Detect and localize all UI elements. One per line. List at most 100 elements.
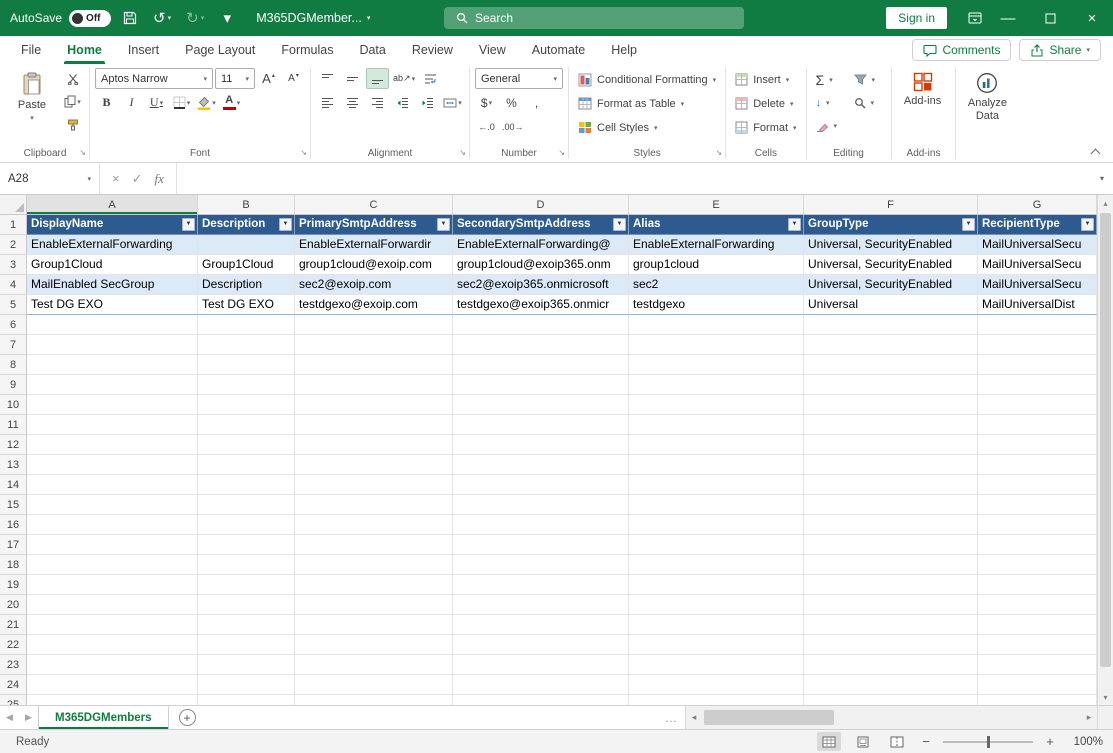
cell-G15[interactable] (978, 495, 1097, 515)
cell-F3[interactable]: Universal, SecurityEnabled (804, 255, 978, 275)
cell-F5[interactable]: Universal (804, 295, 978, 315)
tab-review[interactable]: Review (399, 36, 466, 64)
cell-D7[interactable] (453, 335, 629, 355)
comments-button[interactable]: Comments (912, 39, 1011, 61)
cell-E5[interactable]: testdgexo (629, 295, 804, 315)
row-header-19[interactable]: 19 (0, 575, 27, 595)
cell-A18[interactable] (27, 555, 198, 575)
cell-G18[interactable] (978, 555, 1097, 575)
cell-E20[interactable] (629, 595, 804, 615)
cell-A15[interactable] (27, 495, 198, 515)
tab-automate[interactable]: Automate (519, 36, 599, 64)
cell-E23[interactable] (629, 655, 804, 675)
analyze-data-button[interactable]: AnalyzeData (961, 68, 1013, 122)
customize-toolbar-button[interactable]: ▾ (215, 5, 239, 31)
percent-style-button[interactable]: % (500, 92, 523, 113)
row-header-11[interactable]: 11 (0, 415, 27, 435)
sort-filter-button[interactable]: ▾ (850, 68, 886, 91)
expand-formula-bar-button[interactable]: ▾ (1091, 163, 1113, 194)
cell-G23[interactable] (978, 655, 1097, 675)
minimize-button[interactable]: — (987, 0, 1029, 36)
column-header-D[interactable]: D (453, 195, 629, 215)
page-break-view-button[interactable] (885, 732, 909, 751)
row-header-6[interactable]: 6 (0, 315, 27, 335)
cell-A21[interactable] (27, 615, 198, 635)
cell-G19[interactable] (978, 575, 1097, 595)
cell-B22[interactable] (198, 635, 295, 655)
cell-F11[interactable] (804, 415, 978, 435)
cell-E2[interactable]: EnableExternalForwarding (629, 235, 804, 255)
cell-E21[interactable] (629, 615, 804, 635)
paste-button[interactable]: Paste ▾ (6, 68, 58, 122)
cell-D3[interactable]: group1cloud@exoip365.onm (453, 255, 629, 275)
cell-A17[interactable] (27, 535, 198, 555)
horizontal-scrollbar[interactable]: ◂ ▸ (685, 706, 1097, 729)
horizontal-scroll-thumb[interactable] (704, 710, 834, 725)
cell-A4[interactable]: MailEnabled SecGroup (27, 275, 198, 295)
cell-D8[interactable] (453, 355, 629, 375)
orientation-button[interactable]: ab↗▾ (391, 68, 417, 89)
cell-A25[interactable] (27, 695, 198, 705)
cell-D24[interactable] (453, 675, 629, 695)
copy-button[interactable]: ▾ (61, 91, 84, 112)
cell-C3[interactable]: group1cloud@exoip.com (295, 255, 453, 275)
cell-styles-button[interactable]: Cell Styles▾ (574, 116, 720, 139)
decrease-decimal-button[interactable]: .00→ (500, 116, 526, 137)
cell-C22[interactable] (295, 635, 453, 655)
column-header-G[interactable]: G (978, 195, 1097, 215)
cell-B21[interactable] (198, 615, 295, 635)
row-header-18[interactable]: 18 (0, 555, 27, 575)
redo-button[interactable]: ↻▾ (182, 5, 208, 31)
cell-A11[interactable] (27, 415, 198, 435)
cell-G11[interactable] (978, 415, 1097, 435)
row-header-12[interactable]: 12 (0, 435, 27, 455)
cell-C15[interactable] (295, 495, 453, 515)
filter-button[interactable]: ▼ (613, 218, 626, 231)
cell-C16[interactable] (295, 515, 453, 535)
cell-G12[interactable] (978, 435, 1097, 455)
bold-button[interactable]: B (95, 92, 118, 113)
cell-E4[interactable]: sec2 (629, 275, 804, 295)
number-format-combo[interactable]: General▾ (475, 68, 563, 89)
search-box[interactable]: Search (444, 7, 744, 29)
cell-E15[interactable] (629, 495, 804, 515)
cell-D23[interactable] (453, 655, 629, 675)
cell-B18[interactable] (198, 555, 295, 575)
tab-overflow-ellipsis[interactable]: … (665, 711, 677, 725)
cell-F8[interactable] (804, 355, 978, 375)
cell-E11[interactable] (629, 415, 804, 435)
cell-D22[interactable] (453, 635, 629, 655)
fill-button[interactable]: ↓▾ (812, 91, 848, 114)
cell-F16[interactable] (804, 515, 978, 535)
row-header-22[interactable]: 22 (0, 635, 27, 655)
cell-A5[interactable]: Test DG EXO (27, 295, 198, 315)
cell-D14[interactable] (453, 475, 629, 495)
cell-A13[interactable] (27, 455, 198, 475)
cell-A14[interactable] (27, 475, 198, 495)
cell-A7[interactable] (27, 335, 198, 355)
cell-B16[interactable] (198, 515, 295, 535)
normal-view-button[interactable] (817, 732, 841, 751)
increase-font-size-button[interactable]: A▴ (257, 68, 280, 89)
cell-C5[interactable]: testdgexo@exoip.com (295, 295, 453, 315)
zoom-level[interactable]: 100% (1067, 736, 1103, 748)
align-bottom-button[interactable] (366, 68, 389, 89)
cell-B6[interactable] (198, 315, 295, 335)
cell-C21[interactable] (295, 615, 453, 635)
cell-B17[interactable] (198, 535, 295, 555)
cell-C6[interactable] (295, 315, 453, 335)
cell-G3[interactable]: MailUniversalSecu (978, 255, 1097, 275)
cell-G22[interactable] (978, 635, 1097, 655)
cell-B4[interactable]: Description (198, 275, 295, 295)
zoom-out-button[interactable]: − (919, 734, 933, 749)
find-select-button[interactable]: ▾ (850, 91, 886, 114)
borders-button[interactable]: ▾ (170, 92, 193, 113)
cell-D5[interactable]: testdgexo@exoip365.onmicr (453, 295, 629, 315)
cell-A22[interactable] (27, 635, 198, 655)
cell-A2[interactable]: EnableExternalForwarding (27, 235, 198, 255)
cell-C10[interactable] (295, 395, 453, 415)
cell-B8[interactable] (198, 355, 295, 375)
select-all-button[interactable] (0, 195, 27, 215)
cell-C2[interactable]: EnableExternalForwardir (295, 235, 453, 255)
cell-C8[interactable] (295, 355, 453, 375)
